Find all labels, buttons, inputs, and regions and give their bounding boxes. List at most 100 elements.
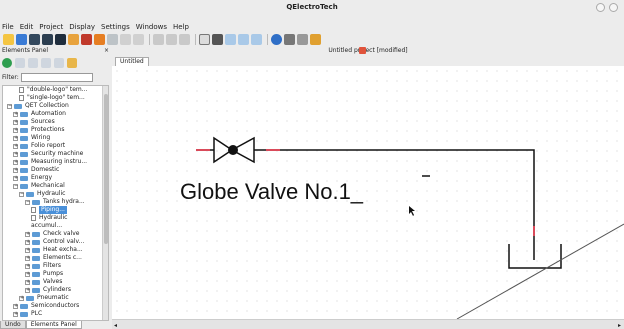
delete-icon[interactable] — [153, 33, 164, 45]
tree-item[interactable]: "double-logo" tem... — [19, 86, 87, 94]
tree-expander-icon[interactable]: + — [13, 311, 18, 317]
tree-expander-icon[interactable]: + — [25, 247, 30, 253]
document-close-icon[interactable] — [359, 47, 366, 54]
tree-expander-icon[interactable]: + — [13, 111, 18, 117]
tree-item[interactable]: + Control valv... — [25, 238, 84, 246]
tree-item[interactable]: + Security machine — [13, 150, 83, 158]
tree-item[interactable]: + Pneumatic — [19, 294, 69, 302]
reload-icon[interactable] — [2, 58, 12, 68]
tree-scrollbar[interactable] — [102, 86, 108, 320]
globe-valve-symbol[interactable] — [196, 136, 280, 164]
tree-item[interactable]: + Valves — [25, 278, 62, 286]
tree-item[interactable]: + Semiconductors — [13, 302, 79, 310]
zoom-out-icon[interactable] — [238, 33, 249, 45]
new-element-icon[interactable] — [54, 58, 64, 68]
open-icon[interactable] — [16, 33, 27, 45]
tree-expander-icon[interactable]: + — [13, 167, 18, 173]
tab-untitled[interactable]: Untitled — [115, 57, 149, 66]
tree-item[interactable]: Piping... — [31, 206, 67, 214]
tree-item[interactable]: + Sources — [13, 118, 55, 126]
tree-item[interactable]: + Check valve — [25, 230, 80, 238]
menu-help[interactable]: Help — [170, 22, 192, 32]
diagram-canvas[interactable]: Globe Valve No.1_ — [112, 66, 624, 319]
canvas-horizontal-scrollbar[interactable]: ◂ ▸ — [112, 319, 624, 329]
folio-delete-icon[interactable] — [81, 33, 92, 45]
tree-item[interactable]: + Wiring — [13, 134, 50, 142]
rotate-icon[interactable] — [166, 33, 177, 45]
menu-display[interactable]: Display — [66, 22, 98, 32]
tree-expander-icon[interactable]: − — [25, 199, 30, 205]
tree-item[interactable]: accumul... — [31, 222, 62, 230]
tree-expander-icon[interactable]: + — [19, 295, 24, 301]
tree-item[interactable]: + Energy — [13, 174, 52, 182]
scroll-right-icon[interactable]: ▸ — [618, 322, 621, 329]
tree-item[interactable]: + Measuring instru... — [13, 158, 87, 166]
scroll-left-icon[interactable]: ◂ — [114, 322, 117, 329]
tree-item[interactable]: + Protections — [13, 126, 64, 134]
tree-item[interactable]: + Cylinders — [25, 286, 71, 294]
tree-item[interactable]: − Mechanical — [13, 182, 65, 190]
tree-expander-icon[interactable]: + — [13, 175, 18, 181]
delete-category-icon[interactable] — [41, 58, 51, 68]
move-icon[interactable] — [212, 33, 223, 45]
tree-expander-icon[interactable]: + — [13, 127, 18, 133]
diagonal-line[interactable] — [456, 223, 624, 319]
tree-expander-icon[interactable]: + — [13, 143, 18, 149]
panel-close-icon[interactable]: × — [104, 46, 109, 55]
tree-item[interactable]: + Elements c... — [25, 254, 82, 262]
folio-add-icon[interactable] — [68, 33, 79, 45]
cut-icon[interactable] — [120, 33, 131, 45]
tab-elements-panel[interactable]: Elements Panel — [25, 321, 82, 329]
tree-expander-icon[interactable]: + — [13, 119, 18, 125]
new-project-icon[interactable] — [3, 33, 14, 45]
tree-expander-icon[interactable]: − — [19, 191, 24, 197]
tree-expander-icon[interactable]: + — [13, 135, 18, 141]
tree-item[interactable]: + Automation — [13, 110, 66, 118]
tree-item[interactable]: + Domestic — [13, 166, 59, 174]
tree-expander-icon[interactable]: − — [7, 103, 12, 109]
menu-windows[interactable]: Windows — [133, 22, 170, 32]
save-all-icon[interactable] — [55, 33, 66, 45]
tree-scrollbar-thumb[interactable] — [104, 94, 108, 244]
elements-tree[interactable]: "double-logo" tem... "single-logo" tem...… — [2, 85, 109, 321]
menu-settings[interactable]: Settings — [98, 22, 133, 32]
tree-expander-icon[interactable]: + — [25, 239, 30, 245]
copy-icon[interactable] — [133, 33, 144, 45]
tree-item[interactable]: + Folio report — [13, 142, 65, 150]
tree-expander-icon[interactable]: + — [25, 263, 30, 269]
tree-expander-icon[interactable]: + — [25, 279, 30, 285]
tree-expander-icon[interactable]: + — [13, 303, 18, 309]
tree-item[interactable]: "single-logo" tem... — [19, 94, 85, 102]
menu-file[interactable]: File — [0, 22, 17, 32]
tree-expander-icon[interactable]: + — [13, 151, 18, 157]
tree-item[interactable]: − QET Collection — [7, 102, 69, 110]
diagram-drawing[interactable]: Globe Valve No.1_ — [112, 66, 624, 319]
save-as-icon[interactable] — [42, 33, 53, 45]
tree-item[interactable]: − Hydraulic — [19, 190, 65, 198]
tree-item[interactable]: − Tanks hydra... — [25, 198, 85, 206]
tree-expander-icon[interactable]: + — [13, 159, 18, 165]
redo-icon[interactable] — [107, 33, 118, 45]
paste-icon[interactable] — [179, 33, 190, 45]
grid-icon[interactable] — [297, 33, 308, 45]
tree-item[interactable]: Hydraulic — [31, 214, 67, 222]
tree-item[interactable]: + Pumps — [25, 270, 63, 278]
minimize-button[interactable] — [596, 3, 605, 12]
tree-expander-icon[interactable]: + — [25, 287, 30, 293]
tree-item[interactable]: + Filters — [25, 262, 61, 270]
close-button[interactable] — [609, 3, 618, 12]
tree-item[interactable]: + PLC — [13, 310, 42, 318]
save-icon[interactable] — [29, 33, 40, 45]
edit-element-icon[interactable] — [67, 58, 77, 68]
tree-expander-icon[interactable]: + — [25, 255, 30, 261]
zoom-in-icon[interactable] — [225, 33, 236, 45]
select-icon[interactable] — [199, 33, 210, 45]
tree-expander-icon[interactable]: − — [13, 183, 18, 189]
undo-icon[interactable] — [94, 33, 105, 45]
tree-expander-icon[interactable]: + — [25, 231, 30, 237]
globe-valve-label[interactable]: Globe Valve No.1_ — [180, 179, 364, 204]
tree-expander-icon[interactable]: + — [25, 271, 30, 277]
edit-category-icon[interactable] — [28, 58, 38, 68]
new-category-icon[interactable] — [15, 58, 25, 68]
conductor-icon[interactable] — [284, 33, 295, 45]
